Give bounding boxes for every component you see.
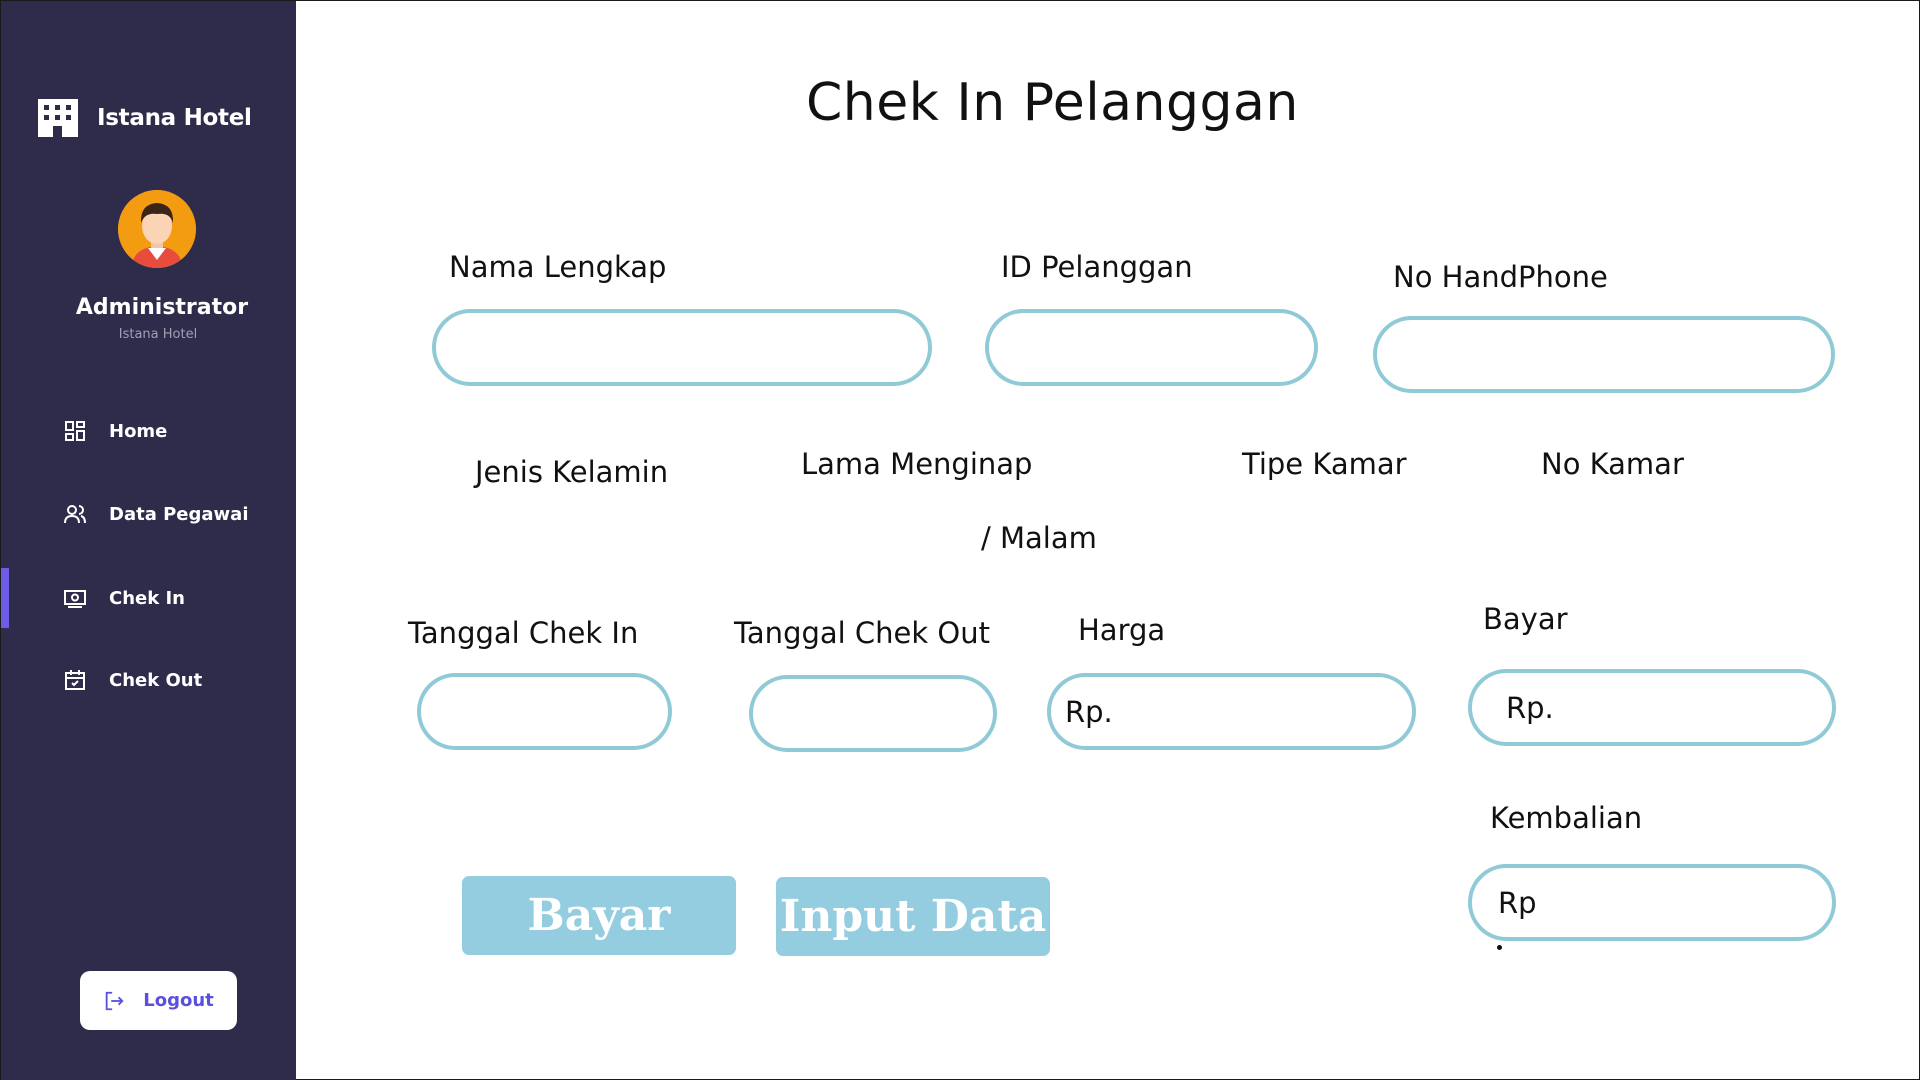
label-harga: Harga <box>1078 613 1166 647</box>
label-tanggal-chek-in: Tanggal Chek In <box>408 616 639 650</box>
sidebar-item-label: Home <box>109 420 168 442</box>
no-handphone-input[interactable] <box>1373 316 1835 393</box>
logout-button[interactable]: Logout <box>80 971 237 1030</box>
user-subtitle: Istana Hotel <box>118 327 198 342</box>
stray-dot <box>1497 945 1502 950</box>
bayar-input[interactable] <box>1468 669 1836 746</box>
sidebar: Istana Hotel Administrator Istana Hotel … <box>1 1 296 1080</box>
sidebar-item-data-pegawai[interactable]: Data Pegawai <box>1 484 296 544</box>
label-tipe-kamar: Tipe Kamar <box>1242 447 1407 481</box>
tanggal-chek-out-input[interactable] <box>749 675 997 752</box>
sidebar-item-label: Data Pegawai <box>109 503 249 525</box>
label-jenis-kelamin: Jenis Kelamin <box>475 455 669 489</box>
label-no-handphone: No HandPhone <box>1393 260 1608 294</box>
sidebar-item-chek-out[interactable]: Chek Out <box>1 650 296 710</box>
sidebar-item-chek-in[interactable]: Chek In <box>1 568 296 628</box>
check-in-icon <box>63 586 87 610</box>
label-per-malam: / Malam <box>981 521 1097 555</box>
label-tanggal-chek-out: Tanggal Chek Out <box>734 616 990 650</box>
user-name: Administrator <box>75 295 249 320</box>
harga-input[interactable] <box>1047 673 1416 750</box>
logout-label: Logout <box>143 990 214 1011</box>
label-bayar: Bayar <box>1483 602 1568 636</box>
input-data-button[interactable]: Input Data <box>776 877 1050 956</box>
hotel-building-icon <box>37 99 79 137</box>
kembalian-input[interactable] <box>1468 864 1836 941</box>
page-title: Chek In Pelanggan <box>806 73 1299 133</box>
label-nama-lengkap: Nama Lengkap <box>449 250 667 284</box>
brand: Istana Hotel <box>37 99 252 137</box>
dashboard-icon <box>63 419 87 443</box>
active-indicator <box>1 568 9 628</box>
calendar-icon <box>63 668 87 692</box>
bayar-button[interactable]: Bayar <box>462 876 736 955</box>
sidebar-item-home[interactable]: Home <box>1 401 296 461</box>
label-id-pelanggan: ID Pelanggan <box>1001 250 1193 284</box>
label-no-kamar: No Kamar <box>1541 447 1684 481</box>
brand-name: Istana Hotel <box>97 105 252 131</box>
users-icon <box>63 502 87 526</box>
sidebar-item-label: Chek In <box>109 587 185 609</box>
logout-icon <box>103 990 125 1012</box>
label-lama-menginap: Lama Menginap <box>801 447 1033 481</box>
nama-lengkap-input[interactable] <box>432 309 932 386</box>
id-pelanggan-input[interactable] <box>985 309 1318 386</box>
label-kembalian: Kembalian <box>1490 801 1643 835</box>
sidebar-item-label: Chek Out <box>109 669 203 691</box>
tanggal-chek-in-input[interactable] <box>417 673 672 750</box>
avatar <box>118 190 196 268</box>
